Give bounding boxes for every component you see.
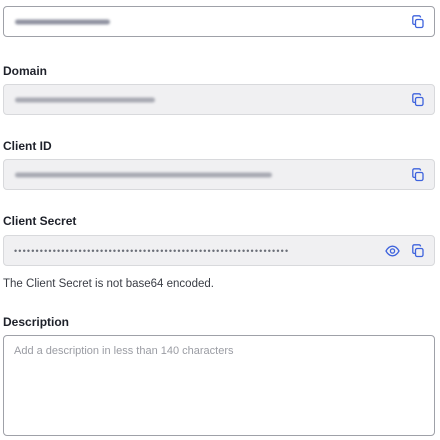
copy-secret-button[interactable] <box>408 241 428 261</box>
copy-icon <box>412 168 424 182</box>
copy-name-button[interactable] <box>408 12 428 32</box>
redacted-domain-value <box>15 97 155 102</box>
client-secret-field[interactable]: ••••••••••••••••••••••••••••••••••••••••… <box>3 235 435 266</box>
eye-icon <box>384 245 400 257</box>
client-id-field[interactable] <box>3 159 435 190</box>
copy-icon <box>412 93 424 107</box>
domain-field[interactable] <box>3 84 435 115</box>
redacted-client-id-value <box>15 172 272 177</box>
client-id-label: Client ID <box>3 139 52 153</box>
client-secret-helper-text: The Client Secret is not base64 encoded. <box>3 278 214 290</box>
description-textarea[interactable] <box>3 335 435 436</box>
client-secret-label: Client Secret <box>3 214 77 228</box>
copy-client-id-button[interactable] <box>408 165 428 185</box>
description-label: Description <box>3 315 70 329</box>
client-secret-masked-value: ••••••••••••••••••••••••••••••••••••••••… <box>14 245 290 256</box>
domain-label: Domain <box>3 64 48 78</box>
name-field[interactable] <box>3 6 435 37</box>
copy-icon <box>412 244 424 258</box>
reveal-secret-button[interactable] <box>382 241 402 261</box>
redacted-name-value <box>15 19 110 24</box>
copy-icon <box>412 15 424 29</box>
copy-domain-button[interactable] <box>408 90 428 110</box>
